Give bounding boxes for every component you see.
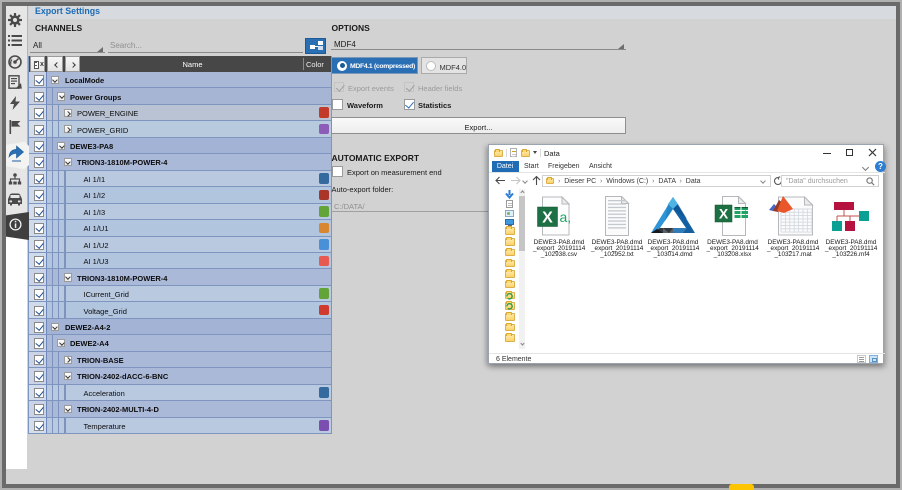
svg-text:a,: a, xyxy=(560,209,572,225)
svg-text:X: X xyxy=(718,206,728,222)
svg-text:X: X xyxy=(542,210,553,227)
